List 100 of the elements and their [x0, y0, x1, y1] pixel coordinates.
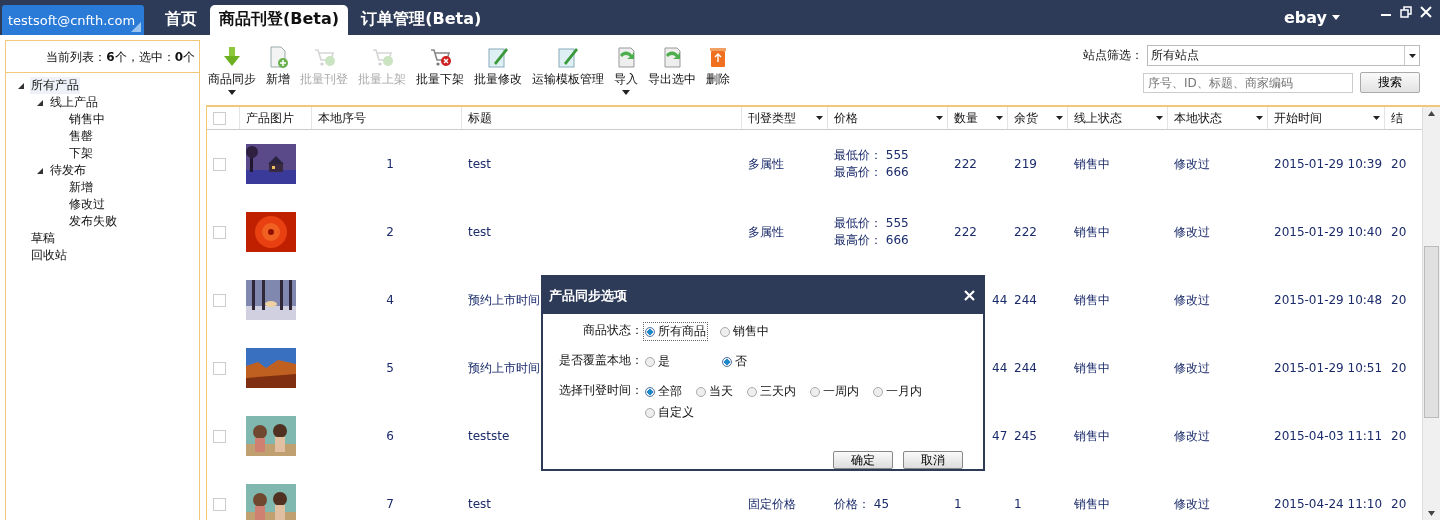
table-cell: 222	[954, 225, 977, 239]
close-icon[interactable]	[964, 290, 975, 301]
column-menu-icon[interactable]	[1156, 116, 1163, 120]
table-cell: 最高价： 666	[834, 232, 909, 249]
column-header[interactable]: 数量	[954, 109, 978, 127]
column-header[interactable]: 本地状态	[1174, 109, 1222, 127]
tree-item[interactable]: 售罄	[68, 128, 94, 145]
column-menu-icon[interactable]	[1056, 116, 1063, 120]
table-cell: 销售中	[1074, 359, 1110, 377]
row-checkbox[interactable]	[213, 497, 226, 511]
column-header[interactable]: 价格	[834, 109, 858, 127]
table-cell: 2015-04-03 11:11	[1274, 429, 1383, 443]
column-header[interactable]: 标题	[468, 109, 492, 127]
account-button[interactable]: testsoft@cnfth.com	[2, 5, 144, 35]
radio-option[interactable]: 是	[643, 352, 672, 371]
column-menu-icon[interactable]	[1256, 116, 1263, 120]
table-cell: 2015-01-29 10:39	[1274, 157, 1383, 171]
close-icon[interactable]	[1420, 6, 1432, 18]
tree-item[interactable]: 线上产品	[49, 94, 99, 111]
column-menu-icon[interactable]	[996, 116, 1003, 120]
search-field[interactable]: 序号、ID、标题、商家编码	[1143, 72, 1353, 93]
column-header[interactable]: 线上状态	[1074, 109, 1122, 127]
radio-option[interactable]: 否	[720, 352, 749, 371]
table-cell: test	[468, 225, 492, 239]
collapse-toggle-icon[interactable]	[37, 167, 43, 174]
collapse-toggle-icon[interactable]	[37, 99, 43, 106]
scrollbar[interactable]	[1422, 107, 1440, 520]
restore-icon[interactable]	[1400, 6, 1412, 18]
dialog-title: 产品同步选项	[549, 286, 627, 305]
column-menu-icon[interactable]	[1373, 116, 1380, 120]
toolbar-button[interactable]: 删除	[704, 45, 732, 101]
column-header[interactable]: 余货	[1014, 109, 1038, 127]
nav-tab[interactable]: 商品刊登(Beta)	[210, 5, 349, 35]
table-cell: 20	[1391, 429, 1407, 443]
column-header[interactable]: 产品图片	[246, 109, 294, 127]
radio-option[interactable]: 一周内	[808, 382, 861, 401]
tree-item[interactable]: 回收站	[30, 247, 68, 264]
toolbar-button[interactable]: 批量修改	[472, 45, 524, 101]
dialog-button[interactable]: 取消	[903, 451, 963, 469]
table-cell: 2015-01-29 10:48	[1274, 293, 1383, 307]
radio-option[interactable]: 自定义	[643, 403, 696, 422]
table-cell: 修改过	[1174, 359, 1210, 377]
select-all-checkbox[interactable]	[213, 111, 226, 125]
scroll-up-icon[interactable]	[1428, 111, 1435, 116]
tree-item[interactable]: 发布失败	[68, 213, 118, 230]
scroll-down-icon[interactable]	[1428, 511, 1435, 516]
toolbar-button[interactable]: 新增	[264, 45, 292, 101]
site-select[interactable]: 所有站点	[1147, 45, 1420, 66]
caret-icon	[1332, 15, 1340, 20]
table-cell: 5	[386, 361, 394, 375]
table-cell: 销售中	[1074, 155, 1110, 173]
toolbar-button[interactable]: 导出选中	[646, 45, 698, 101]
row-checkbox[interactable]	[213, 225, 226, 239]
radio-option[interactable]: 三天内	[745, 382, 798, 401]
row-checkbox[interactable]	[213, 429, 226, 443]
table-cell: 244	[1014, 361, 1037, 375]
row-checkbox[interactable]	[213, 361, 226, 375]
tree-item[interactable]: 待发布	[49, 162, 87, 179]
column-header[interactable]: 开始时间	[1274, 109, 1322, 127]
tree-item[interactable]: 下架	[68, 145, 94, 162]
column-header[interactable]: 结	[1391, 109, 1403, 127]
radio-option[interactable]: 一月内	[871, 382, 924, 401]
radio-option[interactable]: 当天	[694, 382, 735, 401]
table-cell: 20	[1391, 361, 1407, 375]
tree-item[interactable]: 销售中	[68, 111, 106, 128]
platform-menu[interactable]: ebay	[1283, 8, 1340, 27]
nav-tab[interactable]: 订单管理(Beta)	[352, 5, 491, 35]
table-cell: 修改过	[1174, 291, 1210, 309]
radio-option[interactable]: 销售中	[718, 322, 771, 341]
radio-option[interactable]: 全部	[643, 382, 684, 401]
column-menu-icon[interactable]	[816, 116, 823, 120]
table-cell: 20	[1391, 225, 1407, 239]
tree-item[interactable]: 草稿	[30, 230, 56, 247]
caret-icon	[1408, 53, 1416, 58]
table-cell: 固定价格	[748, 495, 796, 513]
tree-item[interactable]: 所有产品	[30, 77, 80, 94]
tree-item[interactable]: 新增	[68, 179, 94, 196]
tree-item[interactable]: 修改过	[68, 196, 106, 213]
search-button[interactable]: 搜索	[1360, 72, 1420, 93]
collapse-toggle-icon[interactable]	[18, 82, 24, 89]
table-cell: 20	[1391, 157, 1407, 171]
toolbar-button[interactable]: 批量下架	[414, 45, 466, 101]
row-checkbox[interactable]	[213, 157, 226, 171]
row-checkbox[interactable]	[213, 293, 226, 307]
nav-tab[interactable]: 首页	[156, 5, 206, 35]
radio-option[interactable]: 所有商品	[643, 322, 708, 341]
table-cell: 销售中	[1074, 495, 1110, 513]
table-cell: 2	[386, 225, 394, 239]
pencil-paper-icon	[556, 45, 580, 69]
table-cell: 222	[954, 157, 977, 171]
toolbar-button[interactable]: 运输模板管理	[530, 45, 606, 101]
column-menu-icon[interactable]	[936, 116, 943, 120]
dialog-button[interactable]: 确定	[833, 451, 893, 469]
table-cell: 20	[1391, 497, 1407, 511]
column-header[interactable]: 刊登类型	[748, 109, 796, 127]
pencil-paper-icon	[486, 45, 510, 69]
column-header[interactable]: 本地序号	[318, 109, 366, 127]
toolbar-button[interactable]: 商品同步	[206, 45, 258, 101]
table-cell: 最低价： 555	[834, 147, 909, 164]
toolbar-button[interactable]: 导入	[612, 45, 640, 101]
